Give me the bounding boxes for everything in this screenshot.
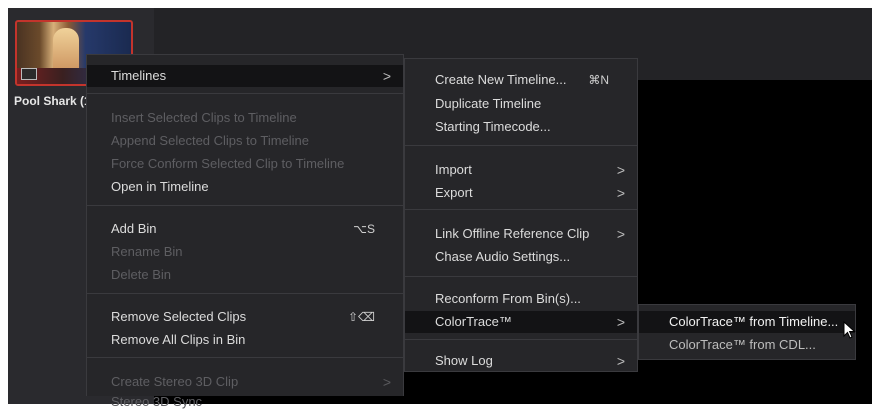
menu-item-starting-timecode[interactable]: Starting Timecode... — [405, 116, 637, 138]
menu-item-label: Open in Timeline — [111, 179, 209, 194]
menu-item-label: ColorTrace™ from Timeline... — [669, 314, 839, 329]
menu-item-delete-bin: Delete Bin — [87, 264, 403, 286]
submenu-arrow-icon: > — [382, 68, 391, 84]
menu-item-stereo-sync: Stereo 3D Sync — [87, 391, 403, 413]
menu-item-label: Add Bin — [111, 221, 157, 236]
menu-item-label: Duplicate Timeline — [435, 96, 542, 111]
menu-item-duplicate-timeline[interactable]: Duplicate Timeline — [405, 93, 637, 115]
menu-separator — [405, 145, 637, 146]
menu-item-chase-audio[interactable]: Chase Audio Settings... — [405, 246, 637, 268]
menu-item-export[interactable]: Export > — [405, 182, 637, 204]
menu-item-import[interactable]: Import > — [405, 159, 637, 181]
menu-separator — [405, 276, 637, 277]
timelines-submenu: Create New Timeline... ⌘N Duplicate Time… — [404, 58, 638, 372]
menu-item-remove-selected[interactable]: Remove Selected Clips ⇧⌫ — [87, 306, 403, 328]
clip-label[interactable]: Pool Shark (1 — [14, 94, 91, 108]
menu-item-label: Force Conform Selected Clip to Timeline — [111, 156, 345, 171]
submenu-arrow-icon: > — [616, 162, 625, 178]
menu-item-label: Append Selected Clips to Timeline — [111, 133, 310, 148]
menu-item-rename-bin: Rename Bin — [87, 241, 403, 263]
menu-item-remove-all[interactable]: Remove All Clips in Bin — [87, 329, 403, 351]
menu-item-timelines[interactable]: Timelines > — [87, 65, 403, 87]
menu-item-append-selected: Append Selected Clips to Timeline — [87, 130, 403, 152]
menu-item-label: Reconform From Bin(s)... — [435, 291, 581, 306]
menu-item-label: Insert Selected Clips to Timeline — [111, 110, 297, 125]
menu-item-create-stereo: Create Stereo 3D Clip > — [87, 371, 403, 393]
submenu-arrow-icon: > — [382, 374, 391, 390]
menu-item-label: Rename Bin — [111, 244, 183, 259]
menu-separator — [87, 293, 403, 294]
submenu-arrow-icon: > — [616, 226, 625, 242]
menu-item-colortrace[interactable]: ColorTrace™ > — [405, 311, 637, 333]
mouse-cursor-icon — [843, 321, 856, 339]
clip-type-icon — [21, 68, 37, 80]
context-menu: Timelines > Insert Selected Clips to Tim… — [86, 54, 404, 409]
menu-item-label: Remove All Clips in Bin — [111, 332, 246, 347]
menu-item-label: Export — [435, 185, 473, 200]
menu-separator — [87, 357, 403, 358]
menu-item-colortrace-from-cdl[interactable]: ColorTrace™ from CDL... — [639, 334, 855, 356]
menu-item-label: ColorTrace™ — [435, 314, 512, 329]
menu-item-label: Chase Audio Settings... — [435, 249, 571, 264]
colortrace-submenu: ColorTrace™ from Timeline... ColorTrace™… — [638, 304, 856, 360]
menu-item-add-bin[interactable]: Add Bin ⌥S — [87, 218, 403, 240]
menu-item-label: ColorTrace™ from CDL... — [669, 337, 816, 352]
menu-item-label: Delete Bin — [111, 267, 171, 282]
menu-item-insert-selected: Insert Selected Clips to Timeline — [87, 107, 403, 129]
menu-item-label: Timelines — [111, 68, 167, 83]
menu-separator — [405, 209, 637, 210]
menu-item-label: Create New Timeline... — [435, 72, 567, 87]
menu-item-show-log[interactable]: Show Log > — [405, 351, 637, 371]
menu-item-label: Import — [435, 162, 472, 177]
menu-item-force-conform: Force Conform Selected Clip to Timeline — [87, 153, 403, 175]
shortcut-label: ⇧⌫ — [347, 310, 375, 324]
shortcut-label: ⌘N — [588, 73, 609, 87]
menu-item-link-offline[interactable]: Link Offline Reference Clip > — [405, 223, 637, 245]
menu-item-label: Starting Timecode... — [435, 119, 551, 134]
submenu-arrow-icon: > — [616, 185, 625, 201]
shortcut-label: ⌥S — [353, 222, 375, 236]
menu-separator — [87, 205, 403, 206]
menu-item-label: Create Stereo 3D Clip — [111, 374, 239, 389]
menu-separator — [405, 339, 637, 340]
menu-item-label: Remove Selected Clips — [111, 309, 247, 324]
menu-item-reconform[interactable]: Reconform From Bin(s)... — [405, 288, 637, 310]
menu-separator — [87, 93, 403, 94]
menu-item-label: Link Offline Reference Clip — [435, 226, 590, 241]
submenu-arrow-icon: > — [616, 314, 625, 330]
menu-item-create-new-timeline[interactable]: Create New Timeline... ⌘N — [405, 69, 637, 91]
menu-item-label: Stereo 3D Sync — [111, 394, 203, 409]
menu-item-colortrace-from-timeline[interactable]: ColorTrace™ from Timeline... — [639, 311, 855, 333]
menu-item-label: Show Log — [435, 353, 493, 368]
submenu-arrow-icon: > — [616, 353, 625, 369]
menu-item-open-in-timeline[interactable]: Open in Timeline — [87, 176, 403, 198]
